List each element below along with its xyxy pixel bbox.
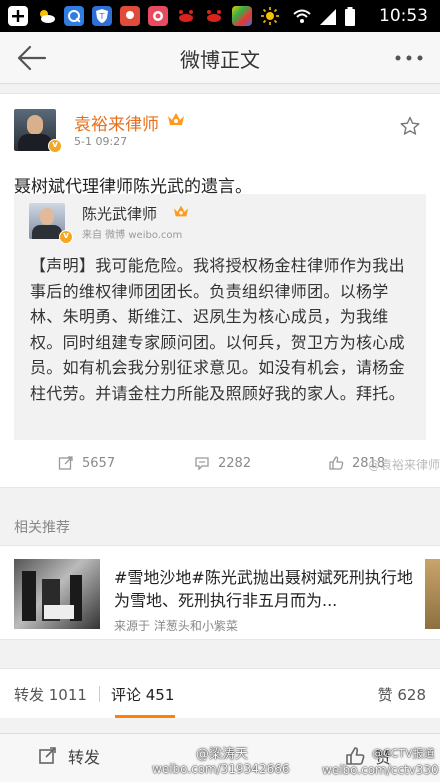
watermark-left-handle: @梁涛天 — [196, 747, 249, 762]
wifi-icon — [292, 8, 312, 30]
status-bar: T 10:53 — [0, 0, 440, 32]
related-source: 来源于 洋葱头和小紫菜 — [114, 619, 238, 633]
quoted-post[interactable]: v 陈光武律师 来自 微博 weibo.com 【声明】我可能危险。我将授权杨金… — [14, 194, 426, 440]
post-time: 5-1 09:27 — [74, 135, 128, 148]
quoted-vip-crown-icon — [173, 205, 189, 217]
svg-text:T: T — [99, 12, 105, 21]
status-time: 10:53 — [379, 6, 428, 26]
crab-icon — [204, 6, 224, 26]
related-card[interactable]: #雪地沙地#陈光武抛出聂树斌死刑执行地为雪地、死刑执行非五月而为... 来源于 … — [0, 545, 440, 640]
related-thumbnail — [14, 559, 100, 629]
active-tab-indicator — [115, 715, 175, 718]
signal-icon — [318, 8, 338, 30]
battery-icon — [344, 7, 356, 31]
thumbs-up-icon — [329, 456, 344, 470]
watermark-right-handle: @CCTV报道 — [372, 747, 435, 760]
weather-icon — [36, 6, 56, 26]
repost-icon — [39, 747, 56, 764]
related-title[interactable]: #雪地沙地#陈光武抛出聂树斌死刑执行地为雪地、死刑执行非五月而为... — [114, 566, 414, 612]
watermark-left-url: weibo.com/319342666 — [152, 762, 290, 776]
repost-action[interactable]: 5657 — [58, 445, 115, 481]
repost-count: 5657 — [82, 455, 116, 471]
nav-bar: 微博正文 — [0, 32, 440, 84]
status-right-icons — [292, 7, 356, 31]
crab-icon — [176, 6, 196, 26]
repost-button-label: 转发 — [68, 748, 101, 767]
tab-divider — [99, 686, 100, 702]
image-watermark: @袁裕来律师 — [368, 458, 440, 472]
quoted-source: 来自 微博 weibo.com — [82, 230, 183, 241]
camera-icon — [148, 6, 168, 26]
post-card: v 袁裕来律师 5-1 09:27 聂树斌代理律师陈光武的遗言。 v 陈光武律师… — [0, 93, 440, 488]
sun-icon — [260, 6, 280, 26]
app-icon — [232, 6, 252, 26]
browser-icon — [64, 6, 84, 26]
repost-button[interactable]: 转发 — [38, 744, 100, 768]
quoted-author-name[interactable]: 陈光武律师 — [82, 203, 157, 224]
comment-icon — [195, 457, 209, 471]
tab-like-count[interactable]: 赞 628 — [378, 684, 426, 705]
favorite-star-icon[interactable] — [400, 116, 420, 136]
vip-crown-icon — [168, 113, 184, 125]
post-actions: 5657 2282 2818 @袁裕来律师 — [0, 445, 440, 485]
repost-icon — [58, 456, 73, 470]
comment-count: 2282 — [218, 455, 252, 471]
page-title: 微博正文 — [180, 48, 260, 72]
status-left-icons: T — [8, 5, 280, 27]
shield-icon: T — [92, 6, 112, 26]
more-dots-icon — [395, 55, 423, 61]
author-name[interactable]: 袁裕来律师 — [74, 110, 159, 135]
related-label: 相关推荐 — [14, 520, 70, 536]
quoted-verified-badge-icon: v — [59, 230, 73, 244]
watermark-right-url: weibo.com/cctv330 — [322, 763, 439, 777]
verified-badge-icon: v — [48, 139, 62, 153]
tab-comment-count[interactable]: 评论 451 — [111, 684, 174, 705]
tab-repost-count[interactable]: 转发 1011 — [14, 684, 87, 705]
related-next-card[interactable] — [425, 559, 440, 629]
add-icon — [8, 6, 28, 26]
more-button[interactable] — [392, 46, 426, 70]
comment-action[interactable]: 2282 — [194, 445, 251, 481]
quoted-body: 【声明】我可能危险。我将授权杨金柱律师作为我出事后的维权律师团团长。负责组织律师… — [30, 256, 405, 403]
count-tabs: 转发 1011 评论 451 赞 628 — [0, 668, 440, 718]
location-icon — [120, 6, 140, 26]
